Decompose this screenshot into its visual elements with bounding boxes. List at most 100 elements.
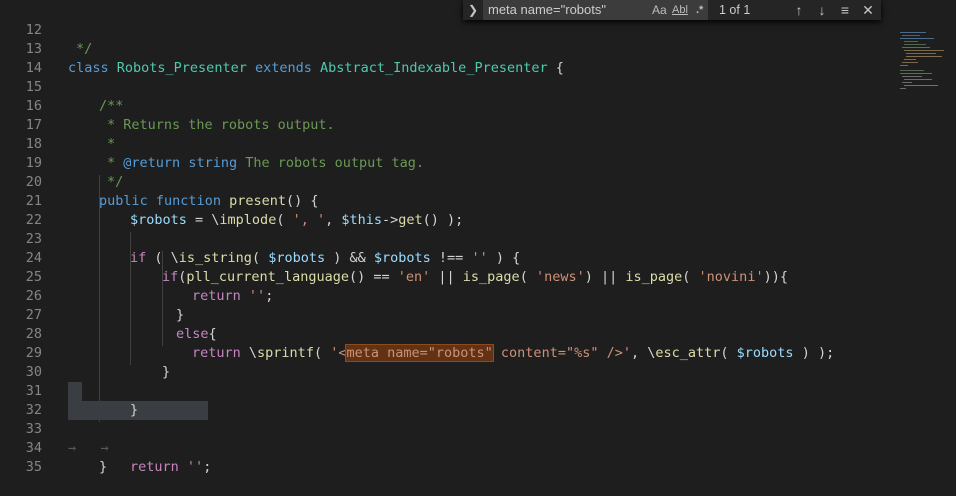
code-line[interactable]: 30	[0, 344, 42, 380]
operator: !==	[430, 250, 472, 266]
close-icon[interactable]: ✕	[858, 0, 878, 20]
string: ''	[186, 459, 204, 475]
function-name: sprintf	[257, 345, 314, 361]
variable: $robots	[373, 250, 431, 266]
code-line[interactable]: 16 * Returns the robots output.	[0, 78, 335, 133]
whole-word-toggle[interactable]: Abl	[672, 0, 688, 20]
comment: */	[107, 174, 124, 190]
string: content="%s" />'	[492, 345, 631, 361]
code-line[interactable]: 29 }	[0, 325, 170, 380]
code-line[interactable]: 26 }	[0, 268, 184, 323]
string: ''	[471, 250, 488, 266]
operator: ) &&	[325, 250, 374, 266]
code-line[interactable]: 34 }	[0, 420, 107, 475]
code-line[interactable]: 24 if(pll_current_language() == 'en' || …	[0, 230, 788, 285]
match-case-toggle[interactable]: Aa	[652, 0, 667, 20]
code-line[interactable]: 15 /**	[0, 59, 124, 114]
minimap[interactable]	[896, 30, 956, 130]
minimap-line	[906, 56, 942, 57]
keyword: public	[99, 193, 148, 209]
indent-guide	[99, 175, 100, 422]
punctuation: ;	[203, 459, 212, 475]
minimap-line	[900, 32, 926, 33]
code-line[interactable]: 18 * @return string The robots output ta…	[0, 116, 424, 171]
code-line[interactable]: 21 $robots = \implode( ', ', $this->get(…	[0, 173, 464, 228]
minimap-line	[902, 76, 922, 77]
keyword: if	[162, 269, 179, 285]
minimap-line	[904, 79, 932, 80]
minimap-line	[900, 70, 924, 71]
string: '<	[330, 345, 347, 361]
punctuation: ) );	[793, 345, 835, 361]
regex-toggle[interactable]: .*	[696, 0, 703, 20]
operator: = \	[186, 212, 220, 228]
code-line[interactable]: 14	[0, 40, 42, 76]
minimap-line	[906, 53, 936, 54]
code-line[interactable]: 22	[0, 192, 42, 228]
punctuation: }	[99, 459, 108, 475]
code-line[interactable]: 31 }	[0, 363, 138, 418]
punctuation: {	[547, 60, 564, 76]
function-name: pll_current_language	[186, 269, 349, 285]
keyword: else	[176, 326, 209, 342]
comment: /**	[99, 98, 124, 114]
code-line[interactable]: 17 *	[0, 97, 115, 152]
operator: ->	[382, 212, 399, 228]
find-input-value: meta name="robots"	[488, 2, 606, 17]
minimap-line	[900, 88, 906, 89]
arrow-down-icon[interactable]: ↓	[812, 0, 832, 20]
punctuation: }	[130, 402, 139, 418]
punctuation: (	[519, 269, 536, 285]
code-line[interactable]: 33 → → return '';	[0, 401, 212, 475]
code-line[interactable]: 20 public function present() {	[0, 154, 319, 209]
text-selection	[68, 382, 82, 401]
lines-icon[interactable]: ≡	[835, 0, 855, 20]
punctuation: ) {	[487, 250, 521, 266]
punctuation: (	[251, 250, 269, 266]
code-line[interactable]: 27 else{	[0, 287, 217, 342]
code-editor[interactable]: 12 */ 13 class Robots_Presenter extends …	[0, 0, 956, 475]
punctuation: (	[313, 345, 331, 361]
string: ', '	[292, 212, 326, 228]
minimap-line	[904, 44, 926, 45]
arrow-up-icon[interactable]: ↑	[789, 0, 809, 20]
find-widget: ❯ meta name="robots" Aa Abl .* 1 of 1 ↑ …	[463, 0, 881, 20]
minimap-line	[900, 38, 934, 39]
variable: $robots	[268, 250, 326, 266]
keyword: if	[130, 250, 147, 266]
line-number: 35	[25, 459, 42, 475]
code-line[interactable]: 12 */	[0, 2, 93, 57]
code-line[interactable]: 28 return \sprintf( '<meta name="robots"…	[0, 306, 834, 362]
code-line[interactable]: 19 */	[0, 135, 124, 190]
punctuation: (	[276, 212, 293, 228]
code-line[interactable]: 23 if ( \is_string( $robots ) && $robots…	[0, 211, 520, 266]
search-match-highlight: meta name="robots"	[345, 344, 494, 362]
chevron-right-icon[interactable]: ❯	[466, 0, 480, 20]
code-line[interactable]: 32	[0, 382, 42, 418]
string: ''	[248, 288, 266, 304]
punctuation: () );	[422, 212, 464, 228]
code-line[interactable]: 13 class Robots_Presenter extends Abstra…	[0, 21, 564, 76]
function-name: get	[398, 212, 423, 228]
keyword: return	[192, 345, 241, 361]
function-name: present	[229, 193, 286, 209]
string: 'news'	[535, 269, 585, 285]
minimap-line	[904, 50, 944, 51]
string: 'novini'	[698, 269, 764, 285]
minimap-line	[900, 65, 908, 66]
keyword: class	[68, 60, 109, 76]
punctuation: \	[240, 345, 258, 361]
code-line[interactable]: 25 return '';	[0, 249, 274, 304]
variable: $this	[341, 212, 383, 228]
code-line[interactable]: 35	[0, 439, 42, 475]
punctuation: {	[208, 326, 217, 342]
punctuation: ( \	[146, 250, 179, 266]
function-name: is_page	[625, 269, 683, 285]
comment: *	[107, 136, 116, 152]
operator: ||	[430, 269, 463, 285]
doc-tag: @return	[123, 155, 181, 171]
punctuation: (	[682, 269, 699, 285]
minimap-line	[902, 35, 920, 36]
minimap-line	[900, 73, 932, 74]
punctuation: , \	[630, 345, 656, 361]
